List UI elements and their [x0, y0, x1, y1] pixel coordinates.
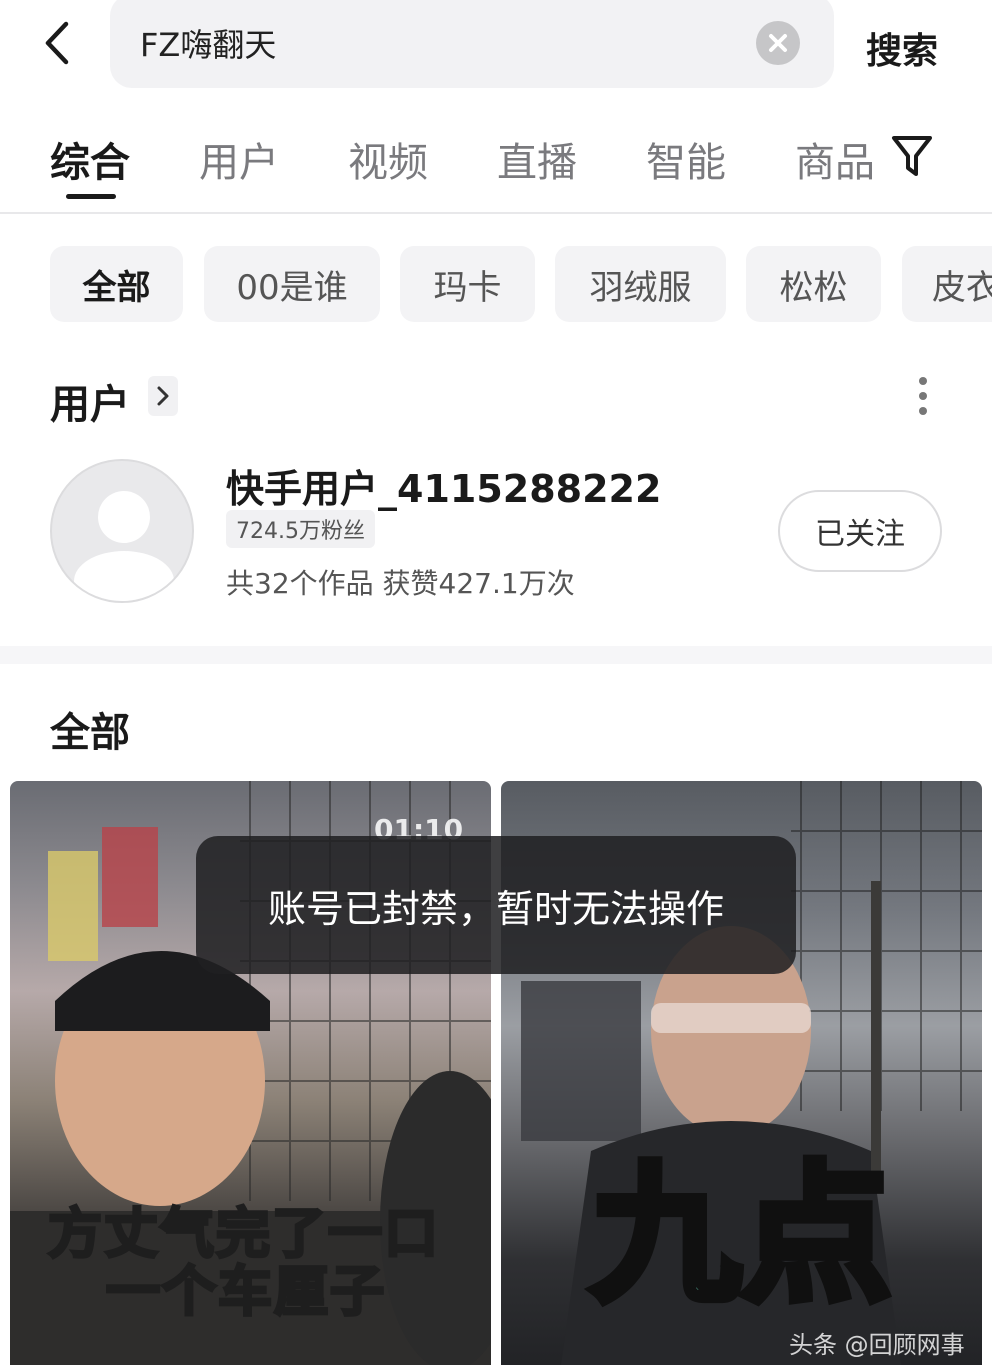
search-input[interactable]: FZ嗨翻天: [110, 0, 834, 88]
chip-00[interactable]: 00是谁: [204, 246, 380, 322]
fans-count: 724.5万粉丝: [236, 519, 365, 544]
chip-leather-jacket[interactable]: 皮衣: [902, 246, 992, 322]
tab-comprehensive[interactable]: 综合: [50, 130, 130, 188]
clear-icon[interactable]: [756, 21, 800, 65]
tab-users[interactable]: 用户: [199, 130, 279, 188]
user-stats: 共32个作品 获赞427.1万次: [226, 567, 575, 600]
users-section-title[interactable]: 用户: [50, 372, 130, 430]
banned-toast: 账号已封禁，暂时无法操作: [196, 836, 796, 974]
all-section-title: 全部: [50, 710, 130, 756]
search-header: FZ嗨翻天 搜索: [0, 0, 992, 100]
tab-smart[interactable]: 智能: [646, 130, 726, 188]
back-arrow-icon[interactable]: [36, 18, 84, 68]
active-tab-indicator: [66, 194, 116, 199]
toast-message: 账号已封禁，暂时无法操作: [267, 886, 724, 931]
chip-all[interactable]: 全部: [50, 246, 183, 322]
search-query: FZ嗨翻天: [140, 26, 277, 64]
chip-songsong[interactable]: 松松: [746, 246, 881, 322]
more-vertical-icon[interactable]: [908, 374, 938, 420]
video-2-caption: 九点: [587, 1149, 895, 1323]
result-tabs: 综合 用户 视频 直播 智能 商品: [0, 120, 992, 214]
section-divider: [0, 646, 992, 664]
tab-videos[interactable]: 视频: [348, 130, 428, 188]
following-button[interactable]: 已关注: [778, 490, 942, 572]
chip-maca[interactable]: 玛卡: [400, 246, 535, 322]
tab-live[interactable]: 直播: [497, 130, 577, 188]
video-1-caption-line2: 一个车厘子: [105, 1259, 386, 1325]
source-watermark: 头条 @回顾网事: [789, 1331, 965, 1359]
chip-down-jacket[interactable]: 羽绒服: [555, 246, 726, 322]
user-name[interactable]: 快手用户_4115288222: [226, 458, 661, 513]
chevron-right-icon[interactable]: [148, 376, 178, 416]
avatar[interactable]: [50, 459, 194, 603]
tab-products[interactable]: 商品: [795, 130, 875, 188]
fans-count-badge: 724.5万粉丝: [226, 510, 375, 548]
search-button[interactable]: 搜索: [866, 22, 938, 74]
default-avatar-icon: [74, 491, 174, 601]
filter-icon[interactable]: [890, 132, 934, 180]
keyword-chips: 全部 00是谁 玛卡 羽绒服 松松 皮衣: [0, 246, 992, 324]
